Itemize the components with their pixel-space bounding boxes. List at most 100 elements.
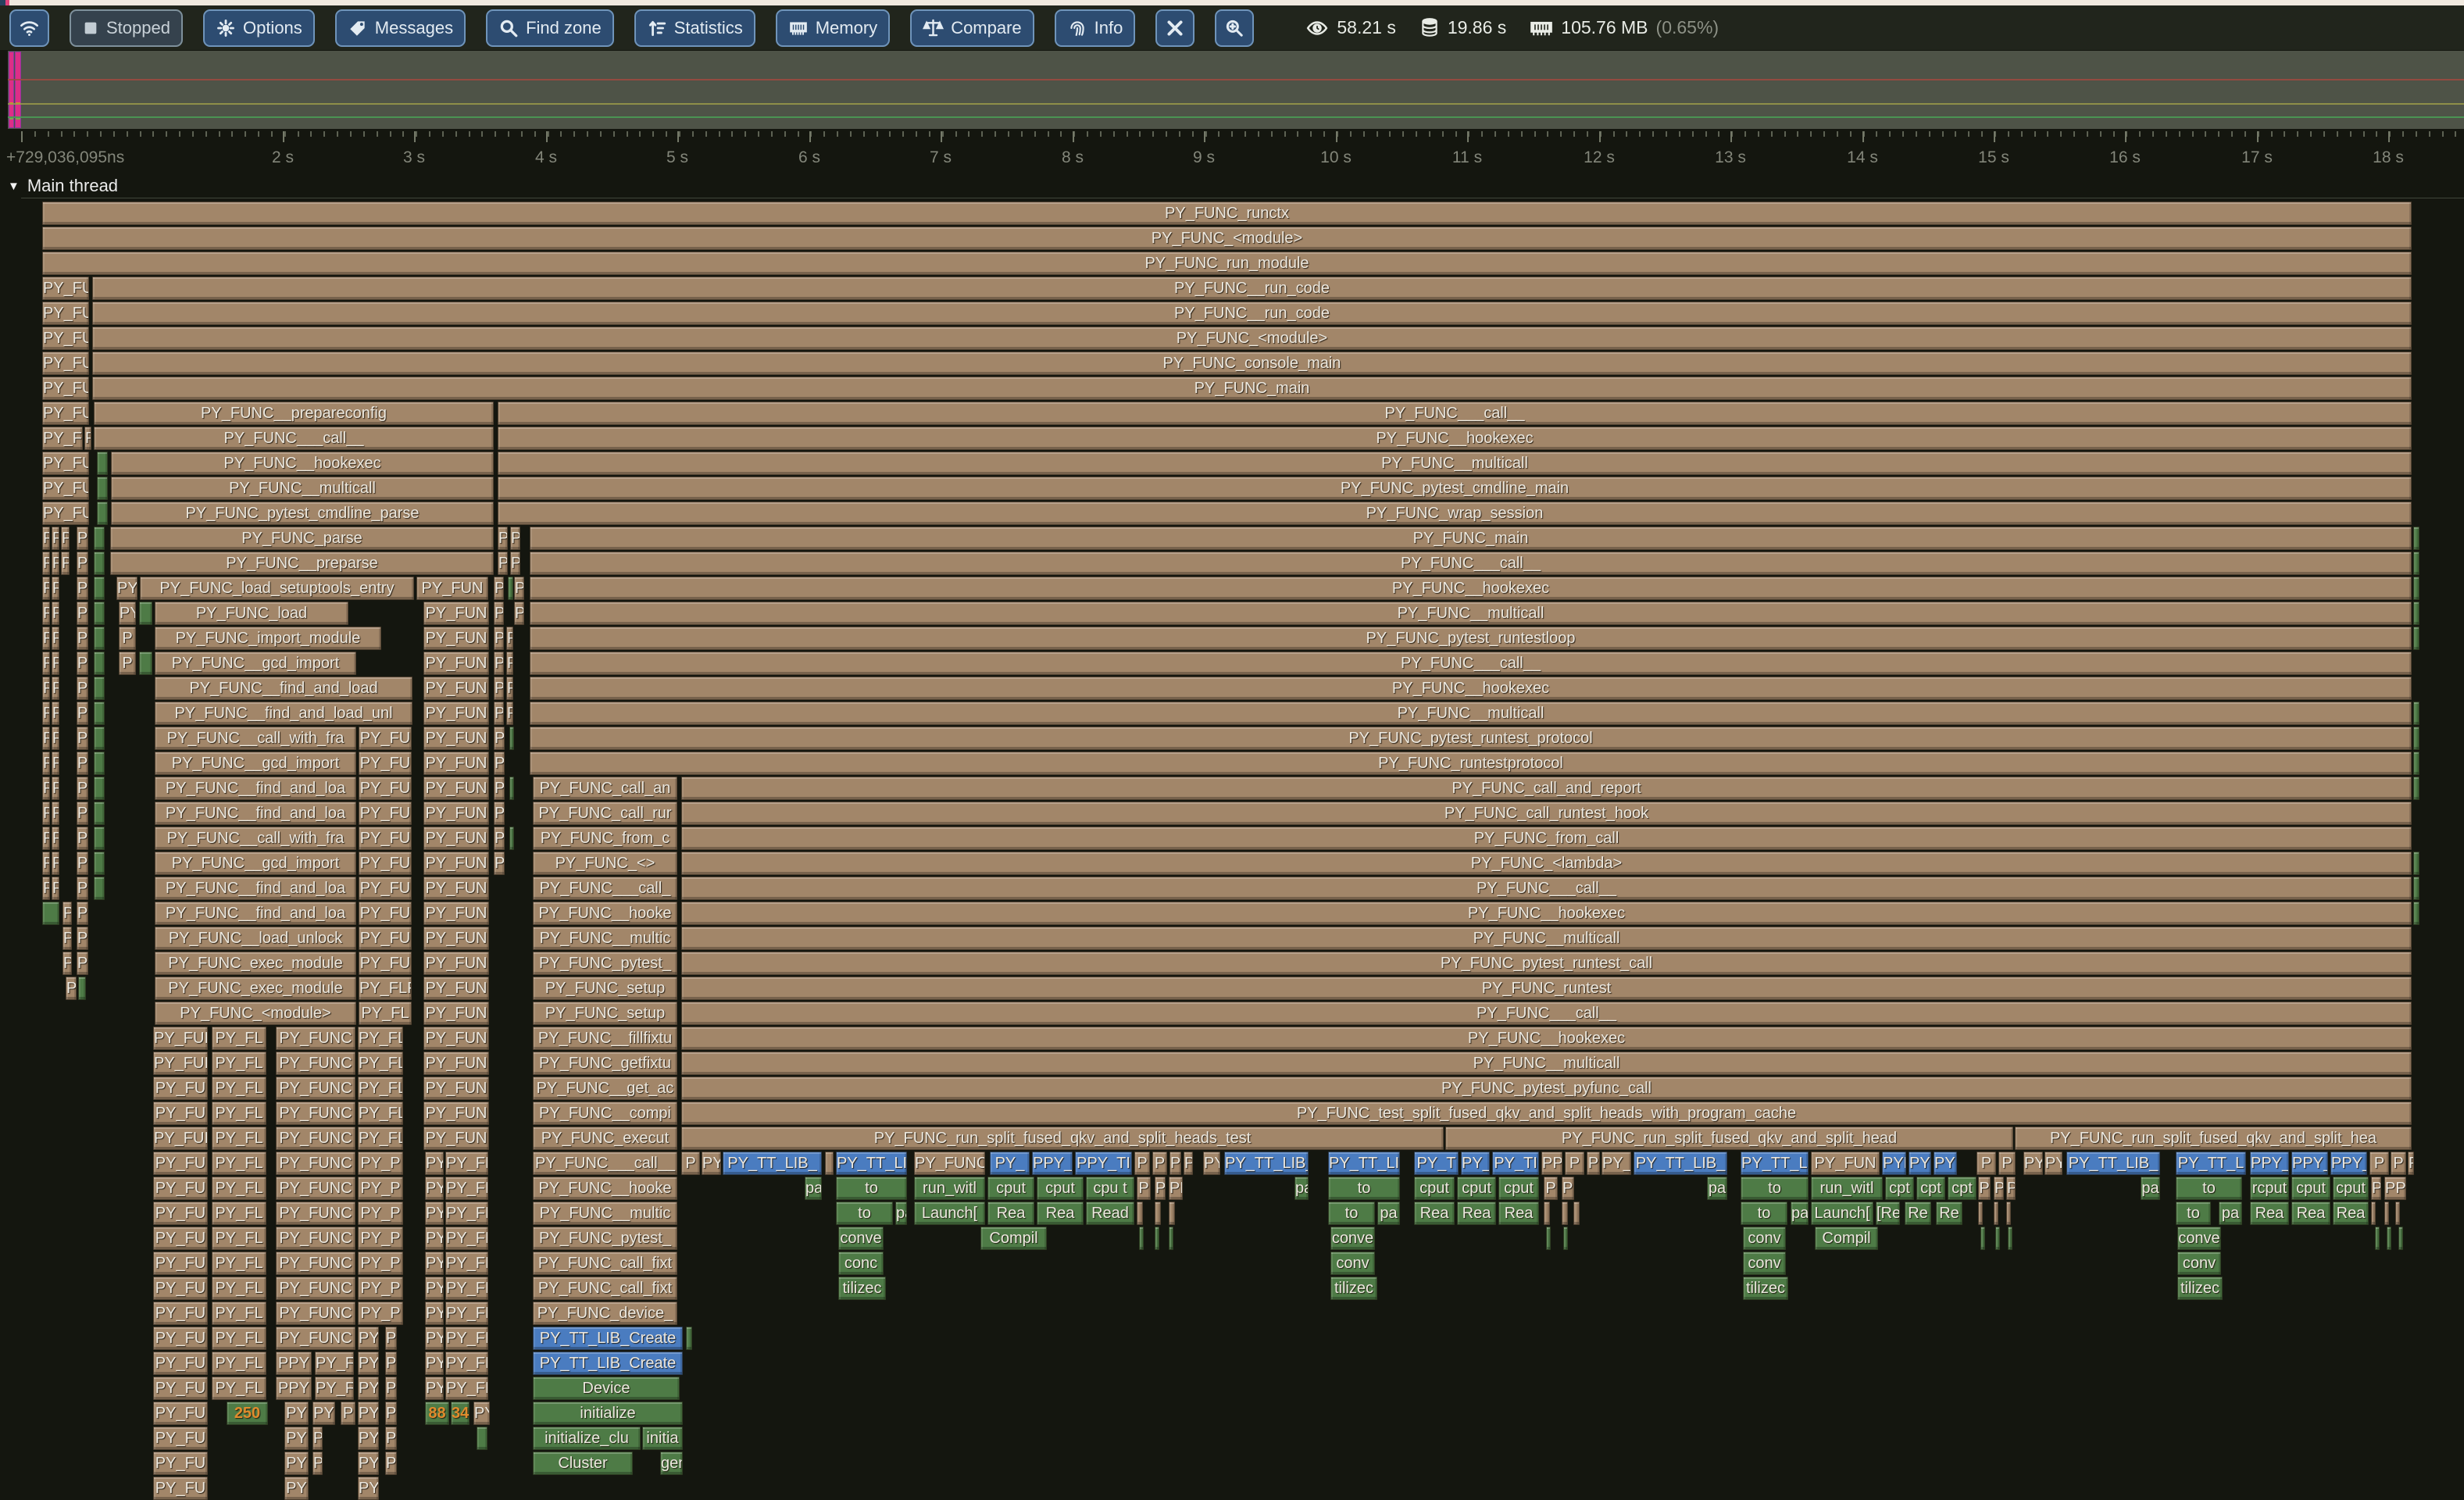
zone-bar[interactable]: PY_FL (212, 1327, 266, 1350)
zone-bar[interactable]: PPY_ (2250, 1152, 2289, 1175)
zone-bar[interactable]: Launch[ (1811, 1202, 1873, 1225)
zone-bar[interactable]: PY_FUNC_runtestprotocol (530, 752, 2412, 775)
tools-button[interactable] (1155, 9, 1195, 47)
frames-overview-band[interactable] (8, 51, 2464, 129)
zone-bar[interactable]: PY_FU (42, 477, 89, 500)
zone-bar[interactable]: PY_FL (212, 1202, 266, 1225)
zone-bar[interactable]: P (42, 802, 50, 825)
zone-bar[interactable]: PY_FUNC__prepareconfig (94, 402, 494, 425)
zone-bar[interactable]: PY_FUNC___call__ (533, 1152, 677, 1175)
zone-bar[interactable]: PY_FUNC_<module> (155, 1002, 356, 1025)
zone-bar[interactable]: P (506, 702, 513, 725)
info-button[interactable]: Info (1055, 9, 1136, 47)
zone-bar[interactable]: PY_FUNC__preparse (110, 552, 494, 575)
zone-bar[interactable]: PY_FUN (423, 677, 489, 700)
zone-bar[interactable]: Read (1086, 1202, 1134, 1225)
zone-bar[interactable]: PY_FUNC (276, 1027, 355, 1050)
zone-bar[interactable]: PY_FUNC (276, 1302, 355, 1325)
zone-bar[interactable]: P (77, 577, 88, 600)
zone-bar[interactable]: PY_FUNC_call_and_report (681, 777, 2412, 800)
zone-bar[interactable]: P (42, 702, 50, 725)
zone-bar[interactable]: PY (425, 1377, 444, 1400)
zone-bar[interactable] (94, 777, 105, 800)
zone-bar[interactable]: PY_FL (445, 1327, 488, 1350)
zone-bar[interactable] (2398, 1227, 2403, 1250)
zone-bar[interactable]: PY_FUNC_setup (533, 1002, 677, 1025)
zone-bar[interactable] (1169, 1202, 1175, 1225)
zone-bar[interactable]: PY_FL (212, 1302, 266, 1325)
zone-bar[interactable]: PY_P (358, 1152, 403, 1175)
zone-bar[interactable]: PY_FUNC_<module> (42, 227, 2412, 250)
zone-bar[interactable]: Rea (2250, 1202, 2289, 1225)
zone-bar[interactable]: PY_FUNC (276, 1252, 355, 1275)
zone-bar[interactable]: PY_FUNC_from_c (533, 827, 677, 850)
zone-bar[interactable]: PY_TT_LI (1741, 1152, 1809, 1175)
zone-bar[interactable]: PY_FUNC_<> (533, 852, 677, 875)
zone-bar[interactable]: PY_FL (358, 1102, 403, 1125)
zone-bar[interactable]: pa (1791, 1202, 1809, 1225)
zone-bar[interactable]: to (2176, 1177, 2242, 1200)
zone-bar[interactable]: PY_FU (42, 377, 89, 400)
zone-bar[interactable] (1155, 1227, 1159, 1250)
options-button[interactable]: Options (203, 9, 315, 47)
zone-bar[interactable]: P (52, 702, 59, 725)
time-ruler[interactable]: +729,036,095ns 2 s3 s4 s5 s6 s7 s8 s9 s1… (0, 131, 2464, 169)
zone-bar[interactable]: PY_FUN (423, 952, 489, 975)
zone-bar[interactable]: PPY_TI (1075, 1152, 1132, 1175)
zone-bar[interactable]: PY_FU (153, 1452, 208, 1475)
zone-bar[interactable] (1169, 1227, 1173, 1250)
zone-bar[interactable]: P (42, 527, 50, 550)
zone-bar[interactable]: P (498, 527, 508, 550)
zone-bar[interactable]: PY_FUNC___call__ (498, 402, 2412, 425)
zone-bar[interactable]: P (66, 977, 77, 1000)
zone-bar[interactable]: P (77, 827, 88, 850)
zone-bar[interactable]: PY_P (358, 1177, 403, 1200)
statistics-button[interactable]: Statistics (634, 9, 755, 47)
zone-bar[interactable]: PY_FUNC_main (92, 377, 2412, 400)
zone-bar[interactable]: PY_FUN (423, 1052, 489, 1075)
zone-bar[interactable]: PY_FUNC_<lambda> (681, 852, 2412, 875)
zone-bar[interactable]: P (42, 677, 50, 700)
zone-bar[interactable]: PY_F (315, 1352, 354, 1375)
zone-bar[interactable]: P (681, 1152, 700, 1175)
zone-bar[interactable]: PY (2023, 1152, 2043, 1175)
zone-bar[interactable]: to (836, 1202, 893, 1225)
zone-bar[interactable]: PYP (1934, 1152, 1957, 1175)
zone-bar[interactable]: PY_FUNC (276, 1052, 355, 1075)
zone-bar[interactable]: PY_FUNC_call_runtest_hook (681, 802, 2412, 825)
zone-bar[interactable]: PY_FL (212, 1377, 266, 1400)
zone-bar[interactable]: PY (1203, 1152, 1220, 1175)
zone-bar[interactable]: gene (660, 1452, 683, 1475)
zone-bar[interactable]: PY_FU (153, 1352, 208, 1375)
zone-bar[interactable]: tilizec (1330, 1277, 1377, 1300)
zone-bar[interactable]: PY_FL (212, 1177, 266, 1200)
zone-bar[interactable]: tilizec (2177, 1277, 2223, 1300)
zone-bar[interactable]: PY_P (358, 1252, 403, 1275)
zone-bar[interactable]: initialize (533, 1402, 683, 1425)
zone-bar[interactable]: Compil (980, 1227, 1047, 1250)
zone-bar[interactable]: PY_FUNC_pytest_cmdline_main (498, 477, 2412, 500)
zone-bar[interactable]: to (1741, 1202, 1787, 1225)
zone-bar[interactable]: P (62, 927, 72, 950)
zone-bar[interactable]: cpu t (1086, 1177, 1134, 1200)
zone-bar[interactable]: PY_FUN (423, 927, 489, 950)
zone-bar[interactable]: to (2176, 1202, 2211, 1225)
zone-bar[interactable]: PY_FL (358, 1052, 403, 1075)
zone-bar[interactable]: PY_FUNC_run_module (42, 252, 2412, 275)
zone-bar[interactable]: conve (2177, 1227, 2221, 1250)
stopped-button[interactable]: Stopped (70, 9, 183, 47)
zone-bar[interactable]: PY_FUNC (276, 1227, 355, 1250)
zone-bar[interactable]: P (52, 652, 59, 675)
zone-bar[interactable]: PY_FU (42, 427, 83, 450)
zone-bar[interactable]: PY_FUNC___call__ (94, 427, 494, 450)
zone-bar[interactable] (94, 702, 105, 725)
zone-bar[interactable]: PY_FUNC__hookexec (498, 427, 2412, 450)
zone-bar[interactable]: PY_FUNC_pytest_cmdline_parse (111, 502, 494, 525)
zone-bar[interactable]: P (77, 552, 88, 575)
zone-bar[interactable]: Rea (1498, 1202, 1539, 1225)
zone-bar[interactable]: initia (642, 1427, 683, 1450)
zone-bar[interactable]: PY_FUNC (276, 1077, 355, 1100)
zone-bar[interactable]: PY_FU (153, 1402, 208, 1425)
zone-bar[interactable]: P (1978, 1177, 1991, 1200)
zone-bar[interactable]: PY_FUNC__gcd_import (155, 752, 356, 775)
